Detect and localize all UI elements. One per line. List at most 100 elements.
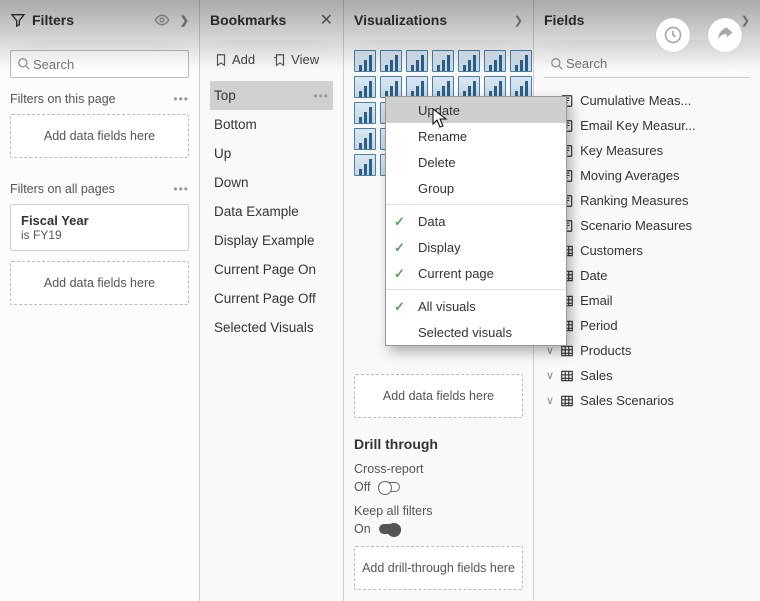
context-menu-item-label: Display xyxy=(418,240,461,255)
viz-type-icon[interactable] xyxy=(432,76,454,98)
viz-type-icon[interactable] xyxy=(354,102,376,124)
filter-card-value: is FY19 xyxy=(21,228,178,242)
bookmark-item[interactable]: Display Example xyxy=(210,226,333,255)
collapse-icon[interactable]: ❯ xyxy=(741,14,750,27)
cross-report-toggle[interactable]: Off xyxy=(354,480,523,494)
collapse-icon[interactable]: ❯ xyxy=(514,14,523,27)
viz-type-icon[interactable] xyxy=(380,76,402,98)
search-icon xyxy=(550,57,564,71)
fields-search[interactable] xyxy=(544,50,750,78)
bookmark-item[interactable]: Current Page On xyxy=(210,255,333,284)
bookmark-item-label: Data Example xyxy=(214,204,299,219)
keep-filters-label: Keep all filters xyxy=(354,504,523,518)
field-item[interactable]: ∨Date xyxy=(544,263,750,288)
keep-filters-toggle[interactable]: On xyxy=(354,522,523,536)
viz-type-icon[interactable] xyxy=(354,128,376,150)
bookmark-item-label: Selected Visuals xyxy=(214,320,314,335)
viz-type-icon[interactable] xyxy=(354,76,376,98)
viz-type-icon[interactable] xyxy=(484,50,506,72)
context-menu-item[interactable]: ✓Data xyxy=(386,208,566,234)
drillthrough-title: Drill through xyxy=(354,436,523,452)
field-item-label: Date xyxy=(580,268,607,283)
bookmark-item[interactable]: Bottom xyxy=(210,110,333,139)
filters-page-dropzone[interactable]: Add data fields here xyxy=(10,114,189,158)
share-icon[interactable] xyxy=(708,18,742,52)
field-item[interactable]: ∨Period xyxy=(544,313,750,338)
filters-page-more-icon[interactable]: ••• xyxy=(173,92,189,106)
context-menu-item[interactable]: Update xyxy=(386,97,566,123)
viz-type-icon[interactable] xyxy=(510,76,532,98)
field-item[interactable]: ∨Cumulative Meas... xyxy=(544,88,750,113)
toggle-on-icon xyxy=(379,524,401,534)
field-item[interactable]: ∨Moving Averages xyxy=(544,163,750,188)
bookmark-item[interactable]: Top••• xyxy=(210,81,333,110)
viz-type-icon[interactable] xyxy=(380,50,402,72)
table-icon xyxy=(560,369,574,383)
keep-filters-value: On xyxy=(354,522,371,536)
bookmark-item[interactable]: Current Page Off xyxy=(210,284,333,313)
visualizations-title: Visualizations xyxy=(354,12,447,28)
bookmarks-pane: Bookmarks ✕ Add View Top•••BottomUpDown D… xyxy=(199,0,343,601)
filters-all-dropzone[interactable]: Add data fields here xyxy=(10,261,189,305)
check-icon: ✓ xyxy=(394,266,405,282)
filters-page-label: Filters on this page xyxy=(10,92,116,106)
filters-title: Filters xyxy=(32,12,74,28)
filter-card-fiscal-year[interactable]: Fiscal Year is FY19 xyxy=(10,204,189,251)
chevron-down-icon: ∨ xyxy=(546,394,554,407)
field-item-label: Customers xyxy=(580,243,643,258)
field-item[interactable]: ∨Sales xyxy=(544,363,750,388)
context-menu-item[interactable]: ✓ Current page xyxy=(386,260,566,286)
context-menu-item-label: Rename xyxy=(418,129,467,144)
drillthrough-dropzone[interactable]: Add drill-through fields here xyxy=(354,546,523,590)
viz-type-icon[interactable] xyxy=(432,50,454,72)
bookmark-item[interactable]: Up xyxy=(210,139,333,168)
field-item[interactable]: ∨Customers xyxy=(544,238,750,263)
bookmark-item-more-icon[interactable]: ••• xyxy=(313,89,329,103)
viz-type-icon[interactable] xyxy=(354,50,376,72)
watch-later-icon[interactable] xyxy=(656,18,690,52)
viz-type-icon[interactable] xyxy=(406,76,428,98)
context-menu-item-label: Current page xyxy=(418,266,494,281)
chevron-down-icon: ∨ xyxy=(546,369,554,382)
context-menu-item[interactable]: Group xyxy=(386,175,566,201)
viz-type-icon[interactable] xyxy=(354,154,376,176)
context-menu-item[interactable]: Rename xyxy=(386,123,566,149)
viz-type-icon[interactable] xyxy=(458,76,480,98)
context-menu-item-label: Group xyxy=(418,181,454,196)
close-icon[interactable]: ✕ xyxy=(320,10,333,30)
viz-type-icon[interactable] xyxy=(458,50,480,72)
field-item[interactable]: ∨Products xyxy=(544,338,750,363)
field-item[interactable]: ∨Scenario Measures xyxy=(544,213,750,238)
context-menu-item[interactable]: Delete xyxy=(386,149,566,175)
bookmark-item[interactable]: Selected Visuals xyxy=(210,313,333,342)
viz-type-icon[interactable] xyxy=(406,50,428,72)
filters-search[interactable] xyxy=(10,50,189,78)
bookmark-view-label: View xyxy=(291,52,319,67)
viz-type-icon[interactable] xyxy=(510,50,532,72)
filters-all-more-icon[interactable]: ••• xyxy=(173,182,189,196)
viz-type-icon[interactable] xyxy=(484,76,506,98)
bookmark-add-button[interactable]: Add xyxy=(214,52,255,67)
eye-icon[interactable] xyxy=(154,12,170,28)
bookmark-view-icon xyxy=(273,53,287,67)
field-item-label: Email xyxy=(580,293,613,308)
collapse-icon[interactable]: ❯ xyxy=(180,14,189,27)
field-item-label: Cumulative Meas... xyxy=(580,93,691,108)
field-item-label: Period xyxy=(580,318,618,333)
context-menu-item[interactable]: ✓Display xyxy=(386,234,566,260)
bookmark-item[interactable]: Down xyxy=(210,168,333,197)
field-item[interactable]: ∨Email xyxy=(544,288,750,313)
viz-fields-dropzone[interactable]: Add data fields here xyxy=(354,374,523,418)
bookmark-view-button[interactable]: View xyxy=(273,52,319,67)
bookmark-item[interactable]: Data Example xyxy=(210,197,333,226)
fields-search-input[interactable] xyxy=(564,55,744,72)
filters-search-input[interactable] xyxy=(31,56,199,73)
field-item[interactable]: ∨Email Key Measur... xyxy=(544,113,750,138)
context-menu-item[interactable]: Selected visuals xyxy=(386,319,566,345)
field-item[interactable]: ∨Ranking Measures xyxy=(544,188,750,213)
field-item-label: Email Key Measur... xyxy=(580,118,696,133)
field-item[interactable]: ∨Key Measures xyxy=(544,138,750,163)
field-item[interactable]: ∨Sales Scenarios xyxy=(544,388,750,413)
bookmarks-title: Bookmarks xyxy=(210,12,286,28)
context-menu-item[interactable]: ✓All visuals xyxy=(386,293,566,319)
